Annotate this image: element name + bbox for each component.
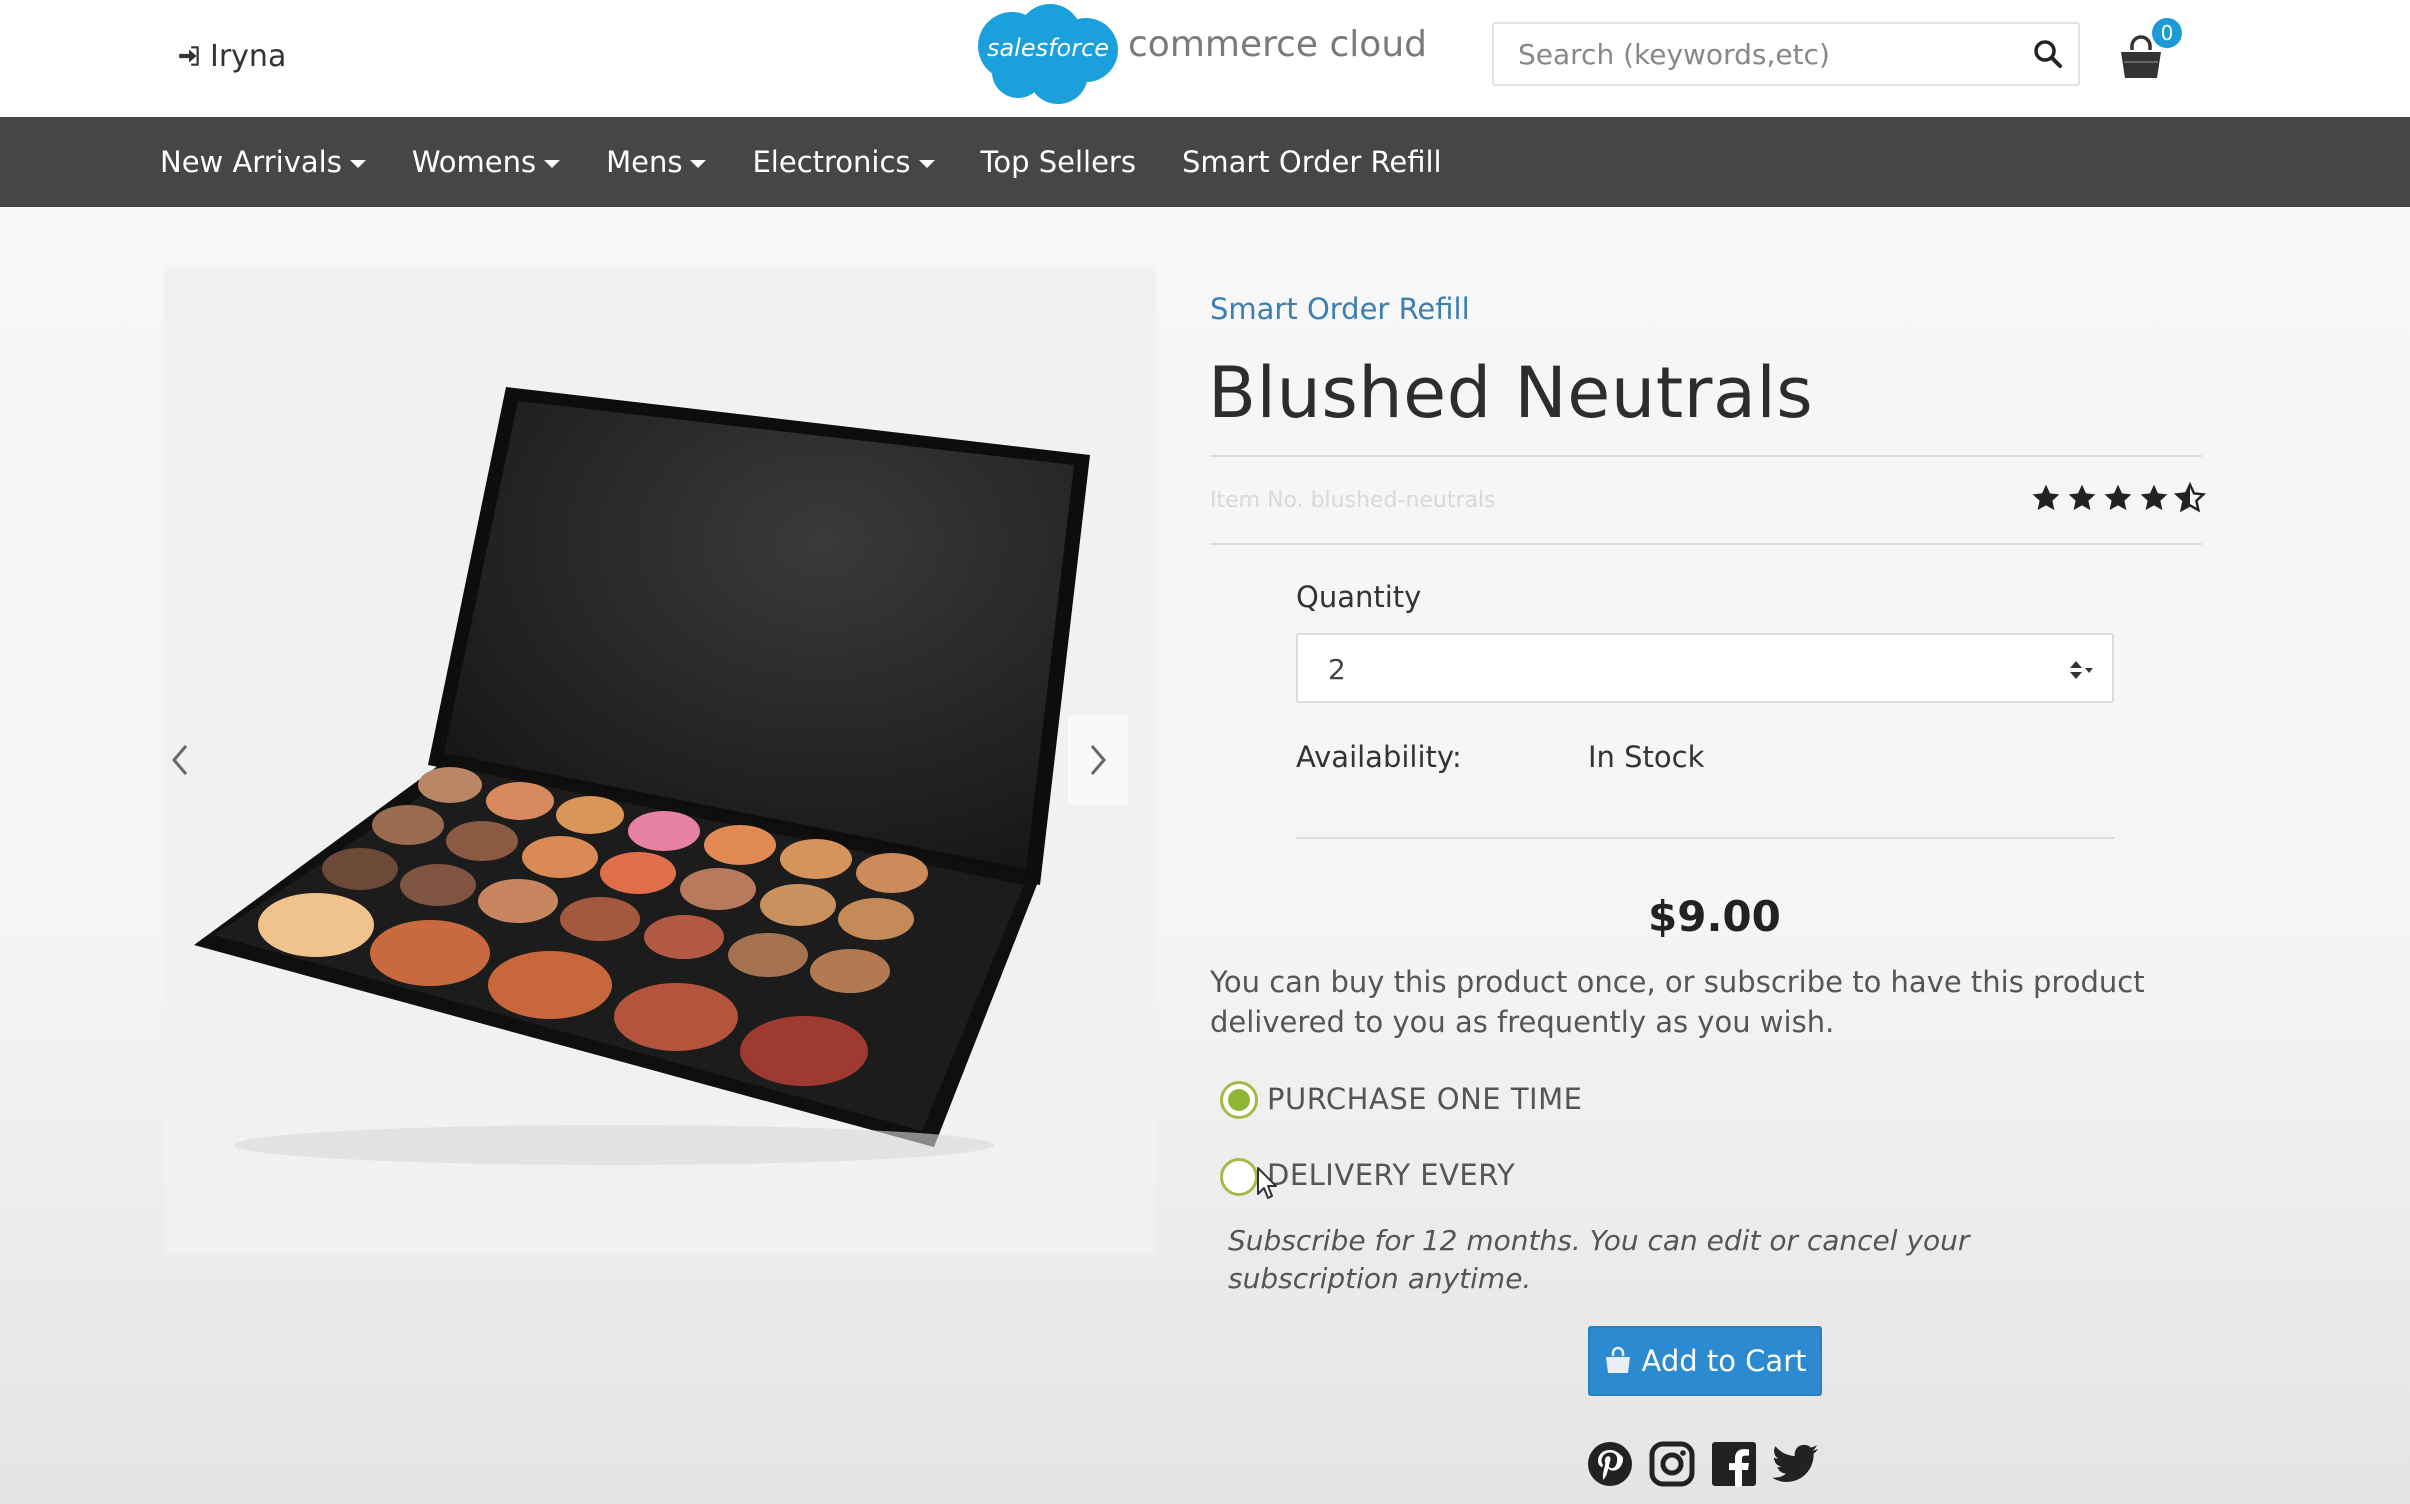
- cart-count-badge: 0: [2152, 18, 2182, 48]
- facebook-icon[interactable]: [1710, 1440, 1758, 1488]
- nav-item-label: Smart Order Refill: [1181, 145, 1442, 179]
- brand-cloud-text: salesforce: [986, 34, 1110, 62]
- divider: [1296, 837, 2114, 839]
- purchase-one-time-radio[interactable]: [1220, 1081, 1258, 1119]
- search-input[interactable]: [1494, 24, 2014, 84]
- search-box: [1492, 22, 2080, 86]
- nav-item-womens[interactable]: Womens: [411, 145, 561, 179]
- nav-item-smart-order-refill[interactable]: Smart Order Refill: [1182, 145, 1442, 179]
- quantity-select[interactable]: 2: [1296, 633, 2114, 703]
- search-button[interactable]: [2032, 38, 2064, 70]
- product-price: $9.00: [1648, 892, 1781, 941]
- pinterest-icon[interactable]: [1586, 1440, 1634, 1488]
- product-image: [194, 387, 1090, 1165]
- star-full-icon: [2140, 484, 2168, 511]
- site-header: Iryna salesforce commerce cloud Search (…: [0, 0, 2410, 117]
- divider: [1210, 455, 2202, 457]
- nav-item-label: Electronics: [752, 145, 911, 179]
- brand-name: commerce cloud: [1128, 24, 1427, 65]
- add-to-cart-button[interactable]: Add to Cart: [1588, 1326, 1822, 1396]
- star-half-icon: [2174, 482, 2206, 513]
- rating-stars[interactable]: [2030, 482, 2210, 514]
- quantity-label: Quantity: [1296, 580, 1422, 614]
- user-name: Iryna: [210, 38, 287, 74]
- delivery-every-label[interactable]: DELIVERY EVERY: [1267, 1158, 1515, 1192]
- caret-down-icon: [349, 160, 366, 168]
- divider: [1210, 543, 2202, 545]
- item-number: Item No. blushed-neutrals: [1210, 488, 1496, 513]
- instagram-icon[interactable]: [1648, 1440, 1696, 1488]
- breadcrumb-link[interactable]: Smart Order Refill: [1210, 292, 1470, 326]
- product-title: Blushed Neutrals: [1208, 352, 1814, 434]
- purchase-one-time-label[interactable]: PURCHASE ONE TIME: [1267, 1082, 1582, 1116]
- subscription-note: Subscribe for 12 months. You can edit or…: [1228, 1224, 1970, 1295]
- nav-item-label: Mens: [606, 145, 683, 179]
- availability-value: In Stock: [1588, 740, 1705, 774]
- nav-item-label: Top Sellers: [980, 145, 1136, 179]
- star-full-icon: [2032, 484, 2060, 511]
- product-description: You can buy this product once, or subscr…: [1210, 965, 2145, 1039]
- availability-label: Availability:: [1296, 740, 1462, 774]
- nav-item-new-arrivals[interactable]: New Arrivals: [160, 145, 366, 179]
- social-share: [1586, 1440, 1834, 1488]
- star-full-icon: [2068, 484, 2096, 511]
- nav-item-mens[interactable]: Mens: [606, 145, 707, 179]
- page: Iryna salesforce commerce cloud Search (…: [0, 0, 2410, 1504]
- delivery-every-radio[interactable]: [1220, 1158, 1258, 1196]
- nav-item-electronics[interactable]: Electronics: [752, 145, 935, 179]
- star-full-icon: [2104, 484, 2132, 511]
- nav-item-label: Womens: [411, 145, 537, 179]
- product-image-carousel: [164, 265, 1156, 1255]
- caret-down-icon: [918, 160, 935, 168]
- carousel-next-button[interactable]: [1068, 715, 1128, 805]
- main-nav: New Arrivals Womens Mens Electronics Top…: [0, 117, 2410, 207]
- nav-item-top-sellers[interactable]: Top Sellers: [981, 145, 1136, 179]
- brand-logo[interactable]: salesforce commerce cloud: [972, 2, 1427, 106]
- add-to-cart-label: Add to Cart: [1641, 1344, 1807, 1378]
- quantity-value: 2: [1328, 653, 1346, 686]
- nav-list: New Arrivals Womens Mens Electronics Top…: [160, 117, 1488, 207]
- chevron-left-icon: [172, 745, 188, 775]
- shopping-bag-icon: [1606, 1346, 1631, 1373]
- caret-down-icon: [544, 160, 561, 168]
- account-link[interactable]: Iryna: [176, 36, 286, 76]
- chevron-right-icon: [1090, 745, 1106, 775]
- cart-button[interactable]: 0: [2116, 18, 2182, 88]
- sign-in-icon: [179, 46, 199, 66]
- twitter-icon[interactable]: [1772, 1440, 1820, 1488]
- carousel-prev-button[interactable]: [150, 715, 210, 805]
- caret-down-icon: [690, 160, 707, 168]
- select-arrows-icon: [2070, 661, 2093, 679]
- nav-item-label: New Arrivals: [160, 145, 342, 179]
- search-icon: [2034, 40, 2062, 68]
- mouse-cursor-icon: [1257, 1167, 1277, 1199]
